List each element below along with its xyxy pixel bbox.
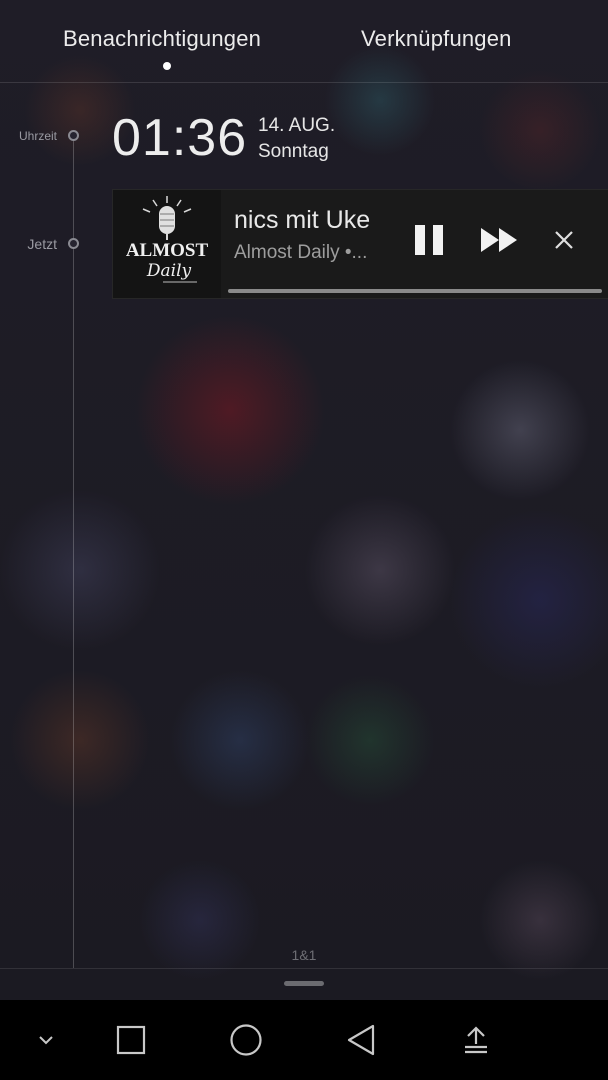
home-button[interactable]	[228, 1022, 264, 1058]
clock-weekday: Sonntag	[258, 141, 329, 162]
microphone-artwork: ALMOST Daily	[113, 190, 221, 298]
timeline-label-now: Jetzt	[27, 236, 57, 252]
tab-notifications[interactable]: Benachrichtigungen	[63, 26, 261, 52]
collapse-nav-button[interactable]	[28, 1022, 64, 1058]
artwork-subtitle-text: Daily	[146, 261, 192, 281]
back-button[interactable]	[343, 1022, 379, 1058]
carrier-name: 1&1	[291, 947, 317, 963]
home-circle-icon	[230, 1024, 262, 1056]
navigation-bar	[0, 1000, 608, 1080]
media-subtitle: Almost Daily •...	[234, 242, 368, 263]
clock-date: 14. AUG.	[258, 115, 336, 136]
chevron-down-icon	[39, 1036, 53, 1045]
recents-button[interactable]	[113, 1022, 149, 1058]
close-icon	[555, 231, 573, 249]
upload-icon	[465, 1026, 487, 1054]
dismiss-button[interactable]	[544, 220, 584, 260]
tab-shortcuts[interactable]: Verknüpfungen	[361, 26, 512, 52]
playback-progress-bar[interactable]	[228, 289, 602, 293]
panel-divider	[0, 968, 608, 969]
timeline-node-now	[68, 238, 79, 249]
clock-date-block: 14. AUG. Sonntag	[258, 113, 335, 165]
timeline-label-time: Uhrzeit	[18, 129, 57, 143]
media-notification[interactable]: ALMOST Daily nics mit Uke Almost Daily •…	[112, 189, 608, 299]
pause-icon	[415, 225, 443, 255]
artwork-title-text: ALMOST	[126, 240, 209, 261]
clock-time: 01:36	[112, 109, 248, 167]
back-triangle-icon	[347, 1024, 375, 1056]
notification-pull-button[interactable]	[458, 1022, 494, 1058]
timeline-node-time	[68, 130, 79, 141]
fast-forward-button[interactable]	[477, 220, 521, 260]
drag-handle[interactable]	[284, 981, 324, 986]
fast-forward-icon	[481, 228, 517, 252]
tab-bar: Benachrichtigungen Verknüpfungen	[0, 0, 608, 83]
podcast-artwork: ALMOST Daily	[113, 190, 221, 298]
timeline-line	[73, 136, 74, 968]
active-tab-indicator	[163, 62, 171, 70]
recents-square-icon	[116, 1025, 146, 1055]
pause-button[interactable]	[409, 220, 449, 260]
media-title: nics mit Uke	[234, 206, 371, 234]
